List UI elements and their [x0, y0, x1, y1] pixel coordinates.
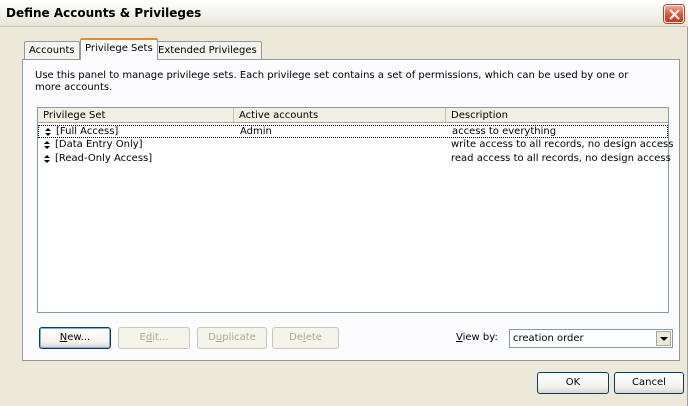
drag-handle-icon[interactable]: [44, 155, 50, 163]
column-header-active-accounts[interactable]: Active accounts: [234, 108, 446, 122]
chevron-down-icon: [660, 337, 668, 341]
define-accounts-dialog: Define Accounts & Privileges Accounts Pr…: [0, 0, 688, 406]
view-by-mnemonic: V: [456, 332, 463, 343]
tab-label: Privilege Sets: [85, 43, 153, 54]
duplicate-button-label-post: plicate: [222, 332, 256, 343]
close-icon: [669, 9, 680, 20]
view-by-label-text: iew by:: [462, 332, 498, 343]
privilege-set-name: [Full Access]: [56, 126, 119, 137]
new-button-label-post: ew...: [67, 332, 91, 343]
instructions-text: Use this panel to manage privilege sets.…: [35, 70, 629, 93]
description: write access to all records, no design a…: [451, 139, 674, 150]
ok-button[interactable]: OK: [537, 372, 609, 394]
edit-button[interactable]: Edit...: [118, 327, 190, 349]
view-by-value: creation order: [513, 333, 584, 344]
window-title: Define Accounts & Privileges: [6, 6, 202, 20]
cancel-button[interactable]: Cancel: [614, 372, 684, 394]
ok-button-label: OK: [565, 377, 581, 388]
edit-button-label-post: it...: [152, 332, 169, 343]
duplicate-button[interactable]: Duplicate: [197, 327, 267, 349]
tab-label: Accounts: [29, 45, 75, 56]
active-accounts: Admin: [240, 126, 272, 137]
list-row-full-access[interactable]: [Full Access] Admin access to everything: [38, 125, 668, 138]
dropdown-button[interactable]: [656, 331, 671, 346]
list-header: Privilege Set Active accounts Descriptio…: [38, 108, 668, 123]
tab-privilege-sets[interactable]: Privilege Sets: [80, 38, 158, 60]
description: access to everything: [452, 126, 557, 137]
privilege-sets-panel: Use this panel to manage privilege sets.…: [22, 59, 680, 361]
tab-extended-privileges[interactable]: Extended Privileges: [153, 41, 262, 59]
view-by-label: View by:: [456, 332, 498, 343]
cancel-button-label: Cancel: [632, 377, 666, 388]
drag-handle-icon[interactable]: [45, 128, 51, 136]
tab-label: Extended Privileges: [158, 45, 257, 56]
column-header-description[interactable]: Description: [446, 108, 668, 122]
column-header-privilege-set[interactable]: Privilege Set: [38, 108, 234, 122]
delete-button-label-post: ete: [305, 332, 322, 343]
new-button[interactable]: New...: [39, 327, 111, 349]
list-row-data-entry-only[interactable]: [Data Entry Only] write access to all re…: [38, 139, 673, 152]
duplicate-button-label-pre: D: [208, 332, 216, 343]
privilege-set-name: [Read-Only Access]: [55, 153, 153, 164]
list-row-read-only-access[interactable]: [Read-Only Access] read access to all re…: [38, 153, 671, 166]
privilege-set-name: [Data Entry Only]: [55, 139, 143, 150]
tab-accounts[interactable]: Accounts: [24, 41, 80, 59]
delete-button[interactable]: Delete: [272, 327, 339, 349]
view-by-select[interactable]: creation order: [509, 329, 673, 348]
delete-button-label-pre: De: [289, 332, 303, 343]
privilege-set-list[interactable]: Privilege Set Active accounts Descriptio…: [37, 107, 673, 313]
close-button[interactable]: [664, 5, 684, 23]
description: read access to all records, no design ac…: [451, 153, 671, 164]
drag-handle-icon[interactable]: [44, 141, 50, 149]
title-bar: Define Accounts & Privileges: [0, 0, 688, 27]
